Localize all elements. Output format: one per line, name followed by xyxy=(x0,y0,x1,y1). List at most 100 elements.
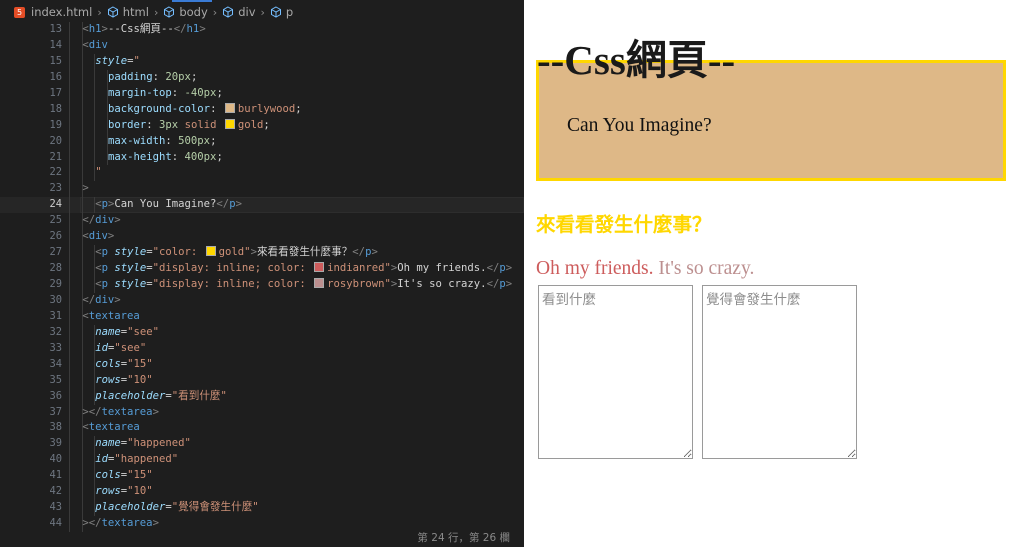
happened-textarea[interactable] xyxy=(702,285,857,459)
code-text: placeholder="覺得會發生什麼" xyxy=(95,500,258,516)
code-line[interactable]: 22 " xyxy=(0,165,524,182)
code-text: max-width: 500px; xyxy=(108,134,216,150)
code-line[interactable]: 42 rows="10" xyxy=(0,484,524,501)
line-number: 38 xyxy=(49,421,62,434)
indent-guide xyxy=(68,69,70,86)
line-number: 41 xyxy=(49,469,62,482)
code-text: > xyxy=(82,181,88,197)
code-token: </ xyxy=(173,23,187,35)
code-line[interactable]: 29 <p style="display: inline; color: rosy… xyxy=(0,277,524,293)
breadcrumb-item-html[interactable]: html xyxy=(107,5,149,19)
code-editor[interactable]: 5 index.html › html › body › div › p 13 <… xyxy=(0,0,524,547)
code-token: ></ xyxy=(82,405,102,418)
chevron-right-icon: › xyxy=(260,5,265,19)
breadcrumb-file[interactable]: 5 index.html xyxy=(0,5,92,19)
line-number: 27 xyxy=(49,246,62,259)
code-token: rosybrown" xyxy=(327,278,391,290)
code-line[interactable]: 23 > xyxy=(0,181,524,198)
code-line[interactable]: 21 max-height: 400px; xyxy=(0,149,524,166)
code-line[interactable]: 26 <div> xyxy=(0,229,524,246)
code-line[interactable]: 19 border: 3px solid gold; xyxy=(0,117,524,134)
code-token: ; xyxy=(295,102,302,115)
code-token: </ xyxy=(82,214,96,227)
code-line[interactable]: 41 cols="15" xyxy=(0,468,524,485)
code-line[interactable]: 16 padding: 20px; xyxy=(0,69,524,86)
code-line[interactable]: 35 rows="10" xyxy=(0,372,524,389)
line-number: 32 xyxy=(49,325,62,338)
code-lines[interactable]: 13 <h1>--Css網頁--</h1> 14 <div 15 style=" 16 pad… xyxy=(0,22,524,532)
code-line[interactable]: 43 placeholder="覺得會發生什麼" xyxy=(0,500,524,517)
breadcrumb-item-p[interactable]: p xyxy=(270,5,293,19)
indent-guide xyxy=(81,356,83,373)
code-line[interactable]: 34 cols="15" xyxy=(0,356,524,373)
code-line[interactable]: 17 margin-top: -40px; xyxy=(0,85,524,102)
line-number: 18 xyxy=(49,102,62,115)
code-token: background-color xyxy=(108,102,211,115)
code-token: : xyxy=(210,102,223,115)
code-token: ; xyxy=(263,118,270,131)
code-line[interactable]: 13 <h1>--Css網頁--</h1> xyxy=(0,22,524,38)
code-line[interactable]: 33 id="see" xyxy=(0,340,524,357)
code-line[interactable]: 40 id="happened" xyxy=(0,452,524,469)
indent-guide xyxy=(68,37,70,54)
element-cube-icon xyxy=(164,6,175,18)
color-swatch-icon xyxy=(224,102,235,113)
indent-guide xyxy=(68,22,70,38)
code-line[interactable]: 37 ></textarea> xyxy=(0,404,524,421)
indent-guide xyxy=(68,340,70,357)
code-token: > xyxy=(152,517,159,530)
code-token: style xyxy=(114,246,147,259)
code-text: ></textarea> xyxy=(82,405,159,421)
code-line[interactable]: 39 name="happened" xyxy=(0,436,524,453)
code-line[interactable]: 28 <p style="display: inline; color: indi… xyxy=(0,261,524,277)
code-token: </ xyxy=(352,246,366,259)
code-line[interactable]: 14 <div xyxy=(0,37,524,54)
line-number: 34 xyxy=(49,357,62,370)
code-line[interactable]: 15 style=" xyxy=(0,53,524,70)
indent-guide xyxy=(94,69,96,86)
code-token: cols xyxy=(95,469,121,482)
indent-guide xyxy=(81,149,83,166)
indent-guide xyxy=(81,340,83,357)
code-text: style=" xyxy=(95,54,140,70)
line-number: 29 xyxy=(49,278,62,290)
code-token: "15" xyxy=(127,357,153,370)
indent-guide xyxy=(94,149,96,166)
breadcrumb-item-div[interactable]: div xyxy=(222,5,256,19)
code-line[interactable]: 31 <textarea xyxy=(0,308,524,325)
indent-guide xyxy=(68,452,70,469)
code-line[interactable]: 25 </div> xyxy=(0,213,524,230)
breadcrumb-item-label: p xyxy=(285,5,294,19)
line-number: 35 xyxy=(49,373,62,386)
indent-guide xyxy=(68,292,70,309)
code-line[interactable]: 30 </div> xyxy=(0,292,524,309)
code-line[interactable]: 27 <p style="color: gold">來看看發生什麼事？</p> xyxy=(0,245,524,262)
code-line[interactable]: 20 max-width: 500px; xyxy=(0,133,524,150)
line-number: 17 xyxy=(49,86,62,99)
indent-guide xyxy=(81,133,83,150)
code-token: 20px xyxy=(165,70,191,83)
code-text: <h1>--Css網頁--</h1> xyxy=(82,22,205,38)
line-number: 39 xyxy=(49,437,62,450)
code-text: <p style="display: inline; color: indian… xyxy=(95,261,512,277)
code-line[interactable]: 32 name="see" xyxy=(0,324,524,341)
code-line[interactable]: 18 background-color: burlywood; xyxy=(0,101,524,118)
code-line[interactable]: 36 placeholder="看到什麼" xyxy=(0,388,524,405)
code-line[interactable]: 24 <p>Can You Imagine?</p> xyxy=(0,197,524,214)
code-line[interactable]: 38 <textarea xyxy=(0,420,524,437)
code-token: > xyxy=(114,293,121,306)
code-text: cols="15" xyxy=(95,468,152,484)
code-token: : xyxy=(171,150,185,163)
code-token: h1 xyxy=(186,23,200,35)
browser-preview: Can You Imagine? --Css網頁-- 來看看發生什麼事？ Oh … xyxy=(524,0,1024,547)
cursor-position-status[interactable]: 第 24 行，第 26 欄 xyxy=(417,530,510,545)
indent-guide xyxy=(81,324,83,341)
element-cube-icon xyxy=(223,6,234,18)
see-textarea[interactable] xyxy=(538,285,693,459)
indent-guide xyxy=(81,165,83,182)
code-token: textarea xyxy=(101,517,153,530)
code-token: rows xyxy=(95,485,121,498)
code-token: > xyxy=(82,182,89,195)
breadcrumb-item-body[interactable]: body xyxy=(163,5,208,19)
